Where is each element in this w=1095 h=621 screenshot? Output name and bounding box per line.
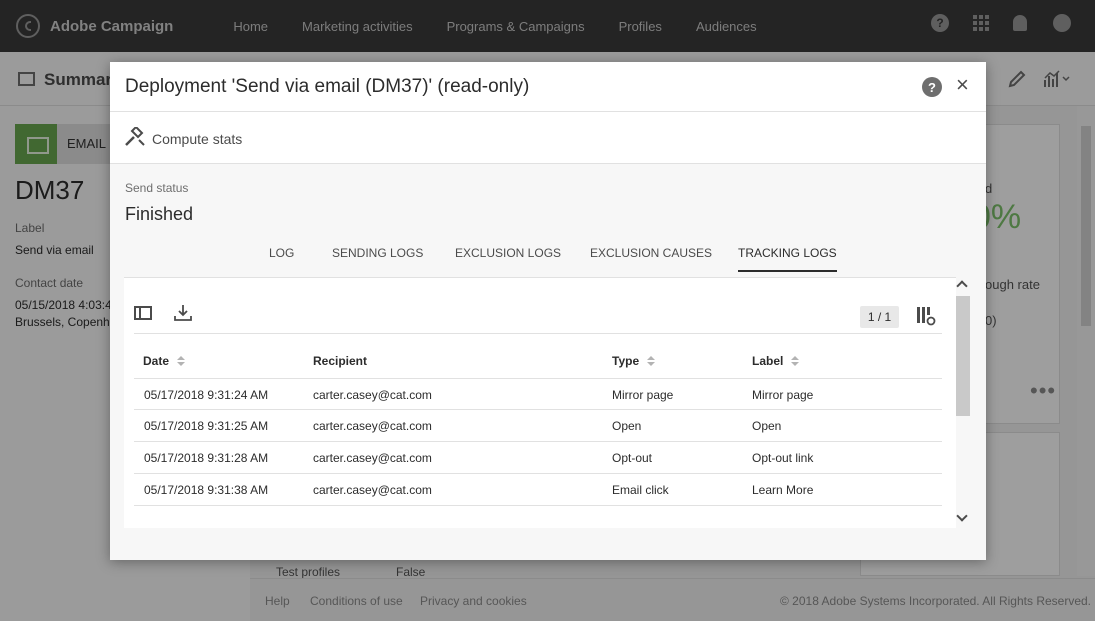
- sort-icon[interactable]: [647, 356, 656, 366]
- dialog-header: Deployment 'Send via email (DM37)' (read…: [110, 62, 986, 112]
- tab-exclusion-causes[interactable]: EXCLUSION CAUSES: [590, 246, 712, 270]
- tab-exclusion-logs[interactable]: EXCLUSION LOGS: [455, 246, 561, 270]
- cell-recipient: carter.casey@cat.com: [313, 451, 432, 465]
- grid-scrollbar[interactable]: [955, 278, 971, 528]
- pagination-indicator: 1 / 1: [860, 306, 899, 328]
- compute-stats-icon[interactable]: [124, 127, 146, 147]
- log-tabs: LOG SENDING LOGS EXCLUSION LOGS EXCLUSIO…: [124, 240, 956, 278]
- table-header: Date Recipient Type Label: [134, 333, 942, 378]
- deployment-dialog: Deployment 'Send via email (DM37)' (read…: [110, 62, 986, 560]
- column-header-recipient[interactable]: Recipient: [313, 354, 367, 368]
- tab-tracking-logs[interactable]: TRACKING LOGS: [738, 246, 837, 272]
- cell-label: Open: [752, 419, 782, 433]
- scroll-down-icon[interactable]: [956, 510, 968, 522]
- cell-recipient: carter.casey@cat.com: [313, 419, 432, 433]
- sort-icon[interactable]: [177, 356, 186, 366]
- tab-log[interactable]: LOG: [269, 246, 294, 270]
- cell-recipient: carter.casey@cat.com: [313, 388, 432, 402]
- cell-label: Learn More: [752, 483, 814, 497]
- download-icon[interactable]: [174, 304, 192, 322]
- send-status-label: Send status: [125, 181, 189, 195]
- tracking-logs-grid: 1 / 1 Date Recipient Type Label 05/17/20…: [124, 278, 956, 528]
- column-header-label[interactable]: Label: [752, 354, 800, 368]
- close-icon[interactable]: ×: [956, 74, 969, 96]
- help-icon[interactable]: ?: [922, 77, 942, 97]
- tab-sending-logs[interactable]: SENDING LOGS: [332, 246, 423, 270]
- cell-date: 05/17/2018 9:31:25 AM: [144, 419, 269, 433]
- table-body: 05/17/2018 9:31:24 AM carter.casey@cat.c…: [134, 378, 942, 506]
- cell-recipient: carter.casey@cat.com: [313, 483, 432, 497]
- cell-date: 05/17/2018 9:31:38 AM: [144, 483, 269, 497]
- table-row[interactable]: 05/17/2018 9:31:25 AM carter.casey@cat.c…: [134, 410, 942, 442]
- dialog-title: Deployment 'Send via email (DM37)' (read…: [125, 76, 530, 97]
- scroll-up-icon[interactable]: [956, 280, 968, 292]
- cell-type: Opt-out: [612, 451, 653, 465]
- dialog-toolbar: Compute stats: [110, 112, 986, 164]
- scroll-thumb[interactable]: [956, 296, 970, 416]
- sort-icon[interactable]: [791, 356, 800, 366]
- send-status-value: Finished: [125, 204, 194, 224]
- cell-label: Opt-out link: [752, 451, 814, 465]
- column-header-date[interactable]: Date: [143, 354, 186, 368]
- table-row[interactable]: 05/17/2018 9:31:38 AM carter.casey@cat.c…: [134, 474, 942, 506]
- cell-label: Mirror page: [752, 388, 814, 402]
- cell-type: Email click: [612, 483, 669, 497]
- column-settings-icon[interactable]: [916, 306, 936, 326]
- table-row[interactable]: 05/17/2018 9:31:24 AM carter.casey@cat.c…: [134, 378, 942, 410]
- cell-type: Open: [612, 419, 642, 433]
- cell-type: Mirror page: [612, 388, 674, 402]
- compute-stats-button[interactable]: Compute stats: [152, 131, 242, 147]
- toggle-panel-icon[interactable]: [134, 306, 152, 320]
- column-header-type[interactable]: Type: [612, 354, 656, 368]
- cell-date: 05/17/2018 9:31:28 AM: [144, 451, 269, 465]
- cell-date: 05/17/2018 9:31:24 AM: [144, 388, 269, 402]
- table-row[interactable]: 05/17/2018 9:31:28 AM carter.casey@cat.c…: [134, 442, 942, 474]
